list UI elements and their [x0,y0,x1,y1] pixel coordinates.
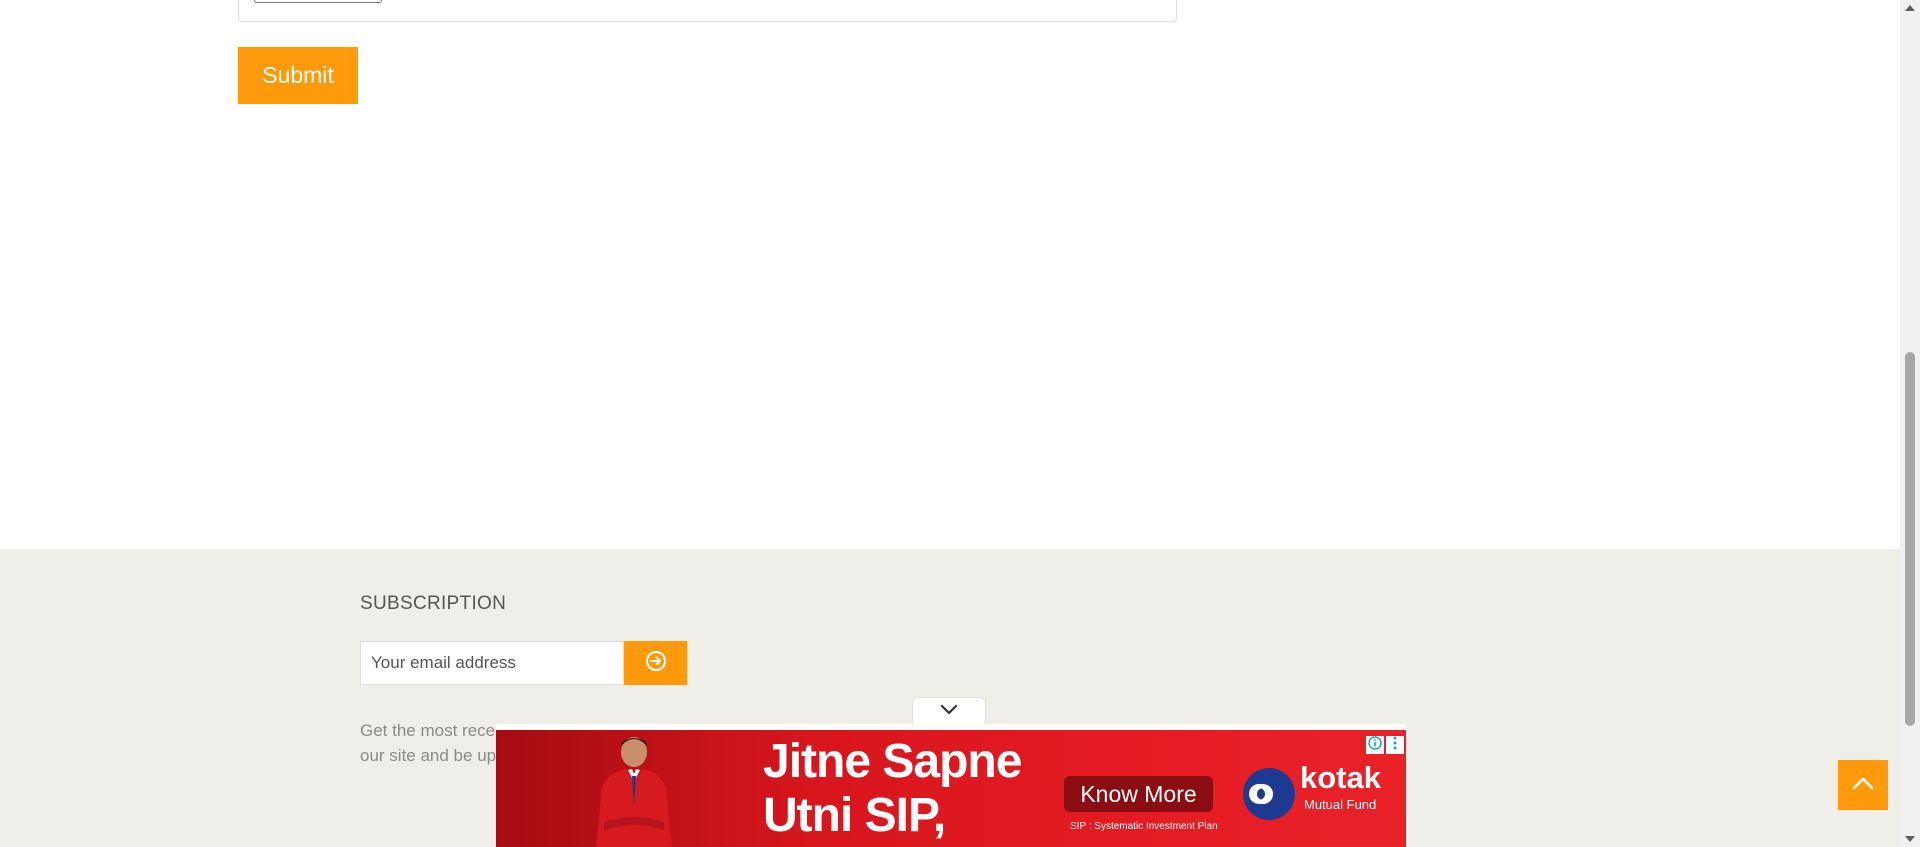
email-input[interactable] [360,641,624,685]
ad-brand-subtitle: Mutual Fund [1304,797,1377,812]
chevron-down-icon [939,703,959,721]
form-field-container [238,0,1177,22]
ad-brand-name: kotak [1300,760,1381,795]
ad-headline-line1: Jitne Sapne [763,735,1022,788]
ad-person-image [584,736,684,847]
ad-collapse-button[interactable] [912,697,986,726]
email-submit-button[interactable] [624,641,687,685]
form-inner-field[interactable] [254,0,382,3]
page-scrollbar[interactable] [1900,0,1920,847]
scroll-up-arrow-icon[interactable] [1900,0,1920,16]
back-to-top-button[interactable] [1838,760,1888,810]
info-icon [1368,735,1382,755]
chevron-up-icon [1851,775,1875,796]
ad-info-button[interactable] [1366,735,1384,755]
scrollbar-thumb[interactable] [1905,352,1915,726]
submit-button[interactable]: Submit [238,47,358,104]
scroll-down-arrow-icon[interactable] [1900,831,1920,847]
ad-footnote: SIP : Systematic Investment Plan [1070,821,1218,832]
subscription-title: SUBSCRIPTION [360,593,507,614]
ad-menu-button[interactable] [1386,736,1404,754]
ad-headline-line2: Utni SIP, [763,789,946,842]
ad-know-more-button[interactable]: Know More [1064,776,1213,812]
ad-banner[interactable]: Jitne Sapne Utni SIP, Know More SIP : Sy… [496,730,1406,847]
kebab-menu-icon [1393,736,1397,755]
arrow-circle-right-icon [645,650,667,677]
kotak-logo-icon [1243,768,1295,820]
